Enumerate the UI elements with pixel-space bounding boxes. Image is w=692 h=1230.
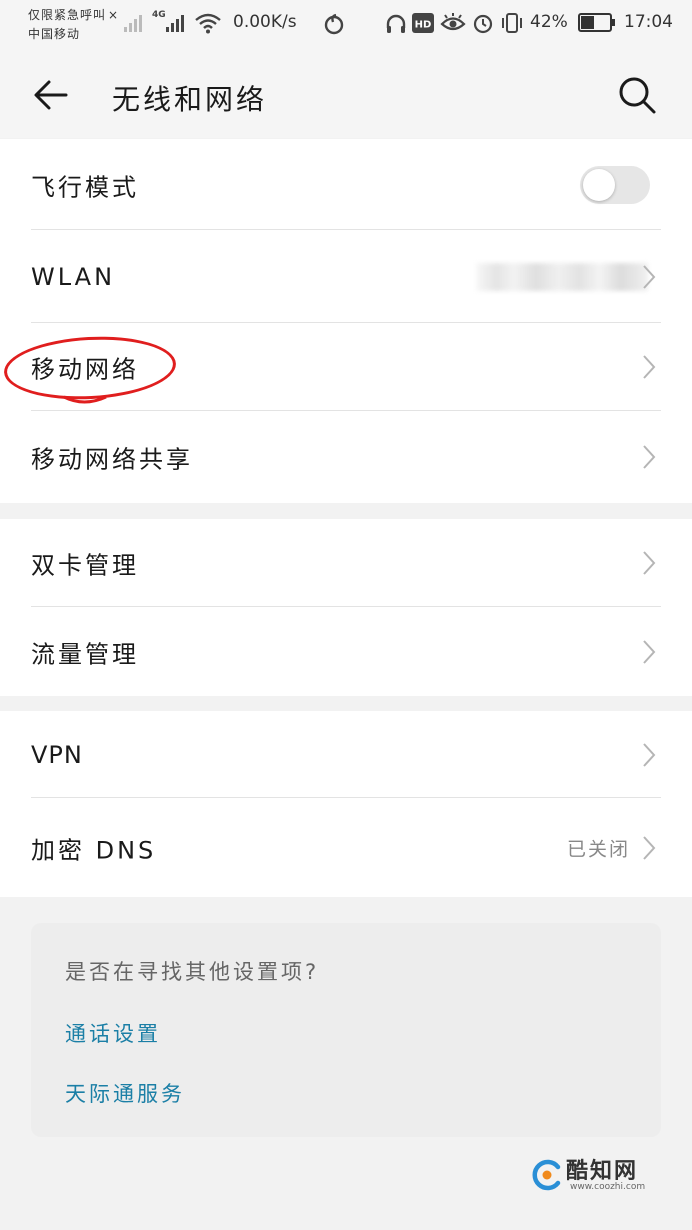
signal-strength-icon-sim2 — [166, 12, 184, 32]
mobile-hotspot-row[interactable]: 移动网络共享 — [0, 411, 692, 503]
headphones-icon — [386, 14, 406, 33]
back-button[interactable] — [28, 72, 74, 118]
mobile-hotspot-label: 移动网络共享 — [31, 445, 193, 474]
alarm-icon — [473, 14, 493, 34]
airplane-mode-toggle[interactable] — [580, 165, 650, 204]
coozhi-logo-icon — [532, 1159, 561, 1191]
encrypted-dns-value: 已关闭 — [566, 838, 630, 860]
vpn-label: VPN — [31, 740, 83, 769]
airplane-mode-label: 飞行模式 — [31, 173, 139, 201]
mobile-network-row[interactable]: 移动网络 — [0, 323, 692, 411]
wlan-row[interactable]: WLAN — [0, 230, 692, 323]
mobile-network-label: 移动网络 — [31, 355, 139, 384]
airplane-mode-row[interactable]: 飞行模式 — [0, 139, 692, 230]
chevron-right-icon — [643, 639, 656, 664]
carrier-name: 中国移动 — [28, 27, 81, 41]
battery-percent: 42% — [530, 12, 568, 32]
network-speed: 0.00K/s — [233, 12, 297, 32]
vibrate-icon — [502, 13, 522, 33]
netease-music-icon — [324, 13, 344, 35]
chevron-right-icon — [643, 445, 656, 469]
chevron-right-icon — [643, 835, 656, 860]
chevron-right-icon — [643, 355, 656, 379]
encrypted-dns-row[interactable]: 加密 DNS 已关闭 — [0, 798, 692, 897]
data-usage-label: 流量管理 — [31, 640, 139, 668]
clock: 17:04 — [624, 12, 673, 32]
settings-group-sim: 双卡管理 流量管理 — [0, 519, 692, 696]
wlan-network-name-redacted — [476, 262, 648, 291]
status-bar: 仅限紧急呼叫 × 中国移动 4G 0.00K/s HD 42% 17:04 — [0, 0, 692, 52]
hd-call-icon: HD — [412, 13, 434, 33]
wifi-icon — [195, 13, 221, 34]
encrypted-dns-label: 加密 DNS — [31, 836, 157, 864]
signal-strength-icon-sim1 — [124, 12, 142, 32]
related-settings-question: 是否在寻找其他设置项? — [65, 960, 320, 984]
watermark: 酷知网 www.coozhi.com — [530, 1152, 680, 1198]
emergency-call-text: 仅限紧急呼叫 — [28, 8, 107, 22]
search-icon — [619, 77, 656, 114]
chevron-right-icon — [643, 264, 656, 289]
related-settings-card: 是否在寻找其他设置项? 通话设置 天际通服务 — [31, 923, 661, 1137]
battery-level — [581, 16, 594, 29]
vpn-row[interactable]: VPN — [0, 711, 692, 798]
carrier-info: 仅限紧急呼叫 × 中国移动 — [28, 6, 119, 44]
title-bar: 无线和网络 — [0, 52, 692, 138]
dual-sim-label: 双卡管理 — [31, 551, 139, 580]
settings-group-network: 飞行模式 WLAN 移动网络 移动网络共享 — [0, 139, 692, 503]
toggle-knob — [583, 168, 615, 201]
watermark-url: www.coozhi.com — [570, 1182, 646, 1192]
chevron-right-icon — [643, 551, 656, 575]
battery-icon — [578, 13, 615, 32]
page-title: 无线和网络 — [112, 83, 268, 116]
svg-text:HD: HD — [415, 20, 432, 31]
call-settings-link[interactable]: 通话设置 — [65, 1018, 161, 1048]
back-arrow-icon — [34, 80, 68, 110]
eye-comfort-icon — [440, 13, 466, 31]
data-usage-row[interactable]: 流量管理 — [0, 607, 692, 696]
chevron-right-icon — [643, 742, 656, 767]
settings-group-vpn: VPN 加密 DNS 已关闭 — [0, 711, 692, 897]
dual-sim-row[interactable]: 双卡管理 — [0, 519, 692, 607]
search-button[interactable] — [612, 70, 662, 120]
skytone-service-link[interactable]: 天际通服务 — [65, 1078, 185, 1108]
watermark-brand: 酷知网 — [566, 1159, 639, 1184]
no-sim-x-icon: × — [108, 8, 120, 22]
red-highlight-tail — [63, 395, 107, 404]
network-type-label: 4G — [152, 10, 166, 20]
wlan-label: WLAN — [31, 262, 116, 291]
